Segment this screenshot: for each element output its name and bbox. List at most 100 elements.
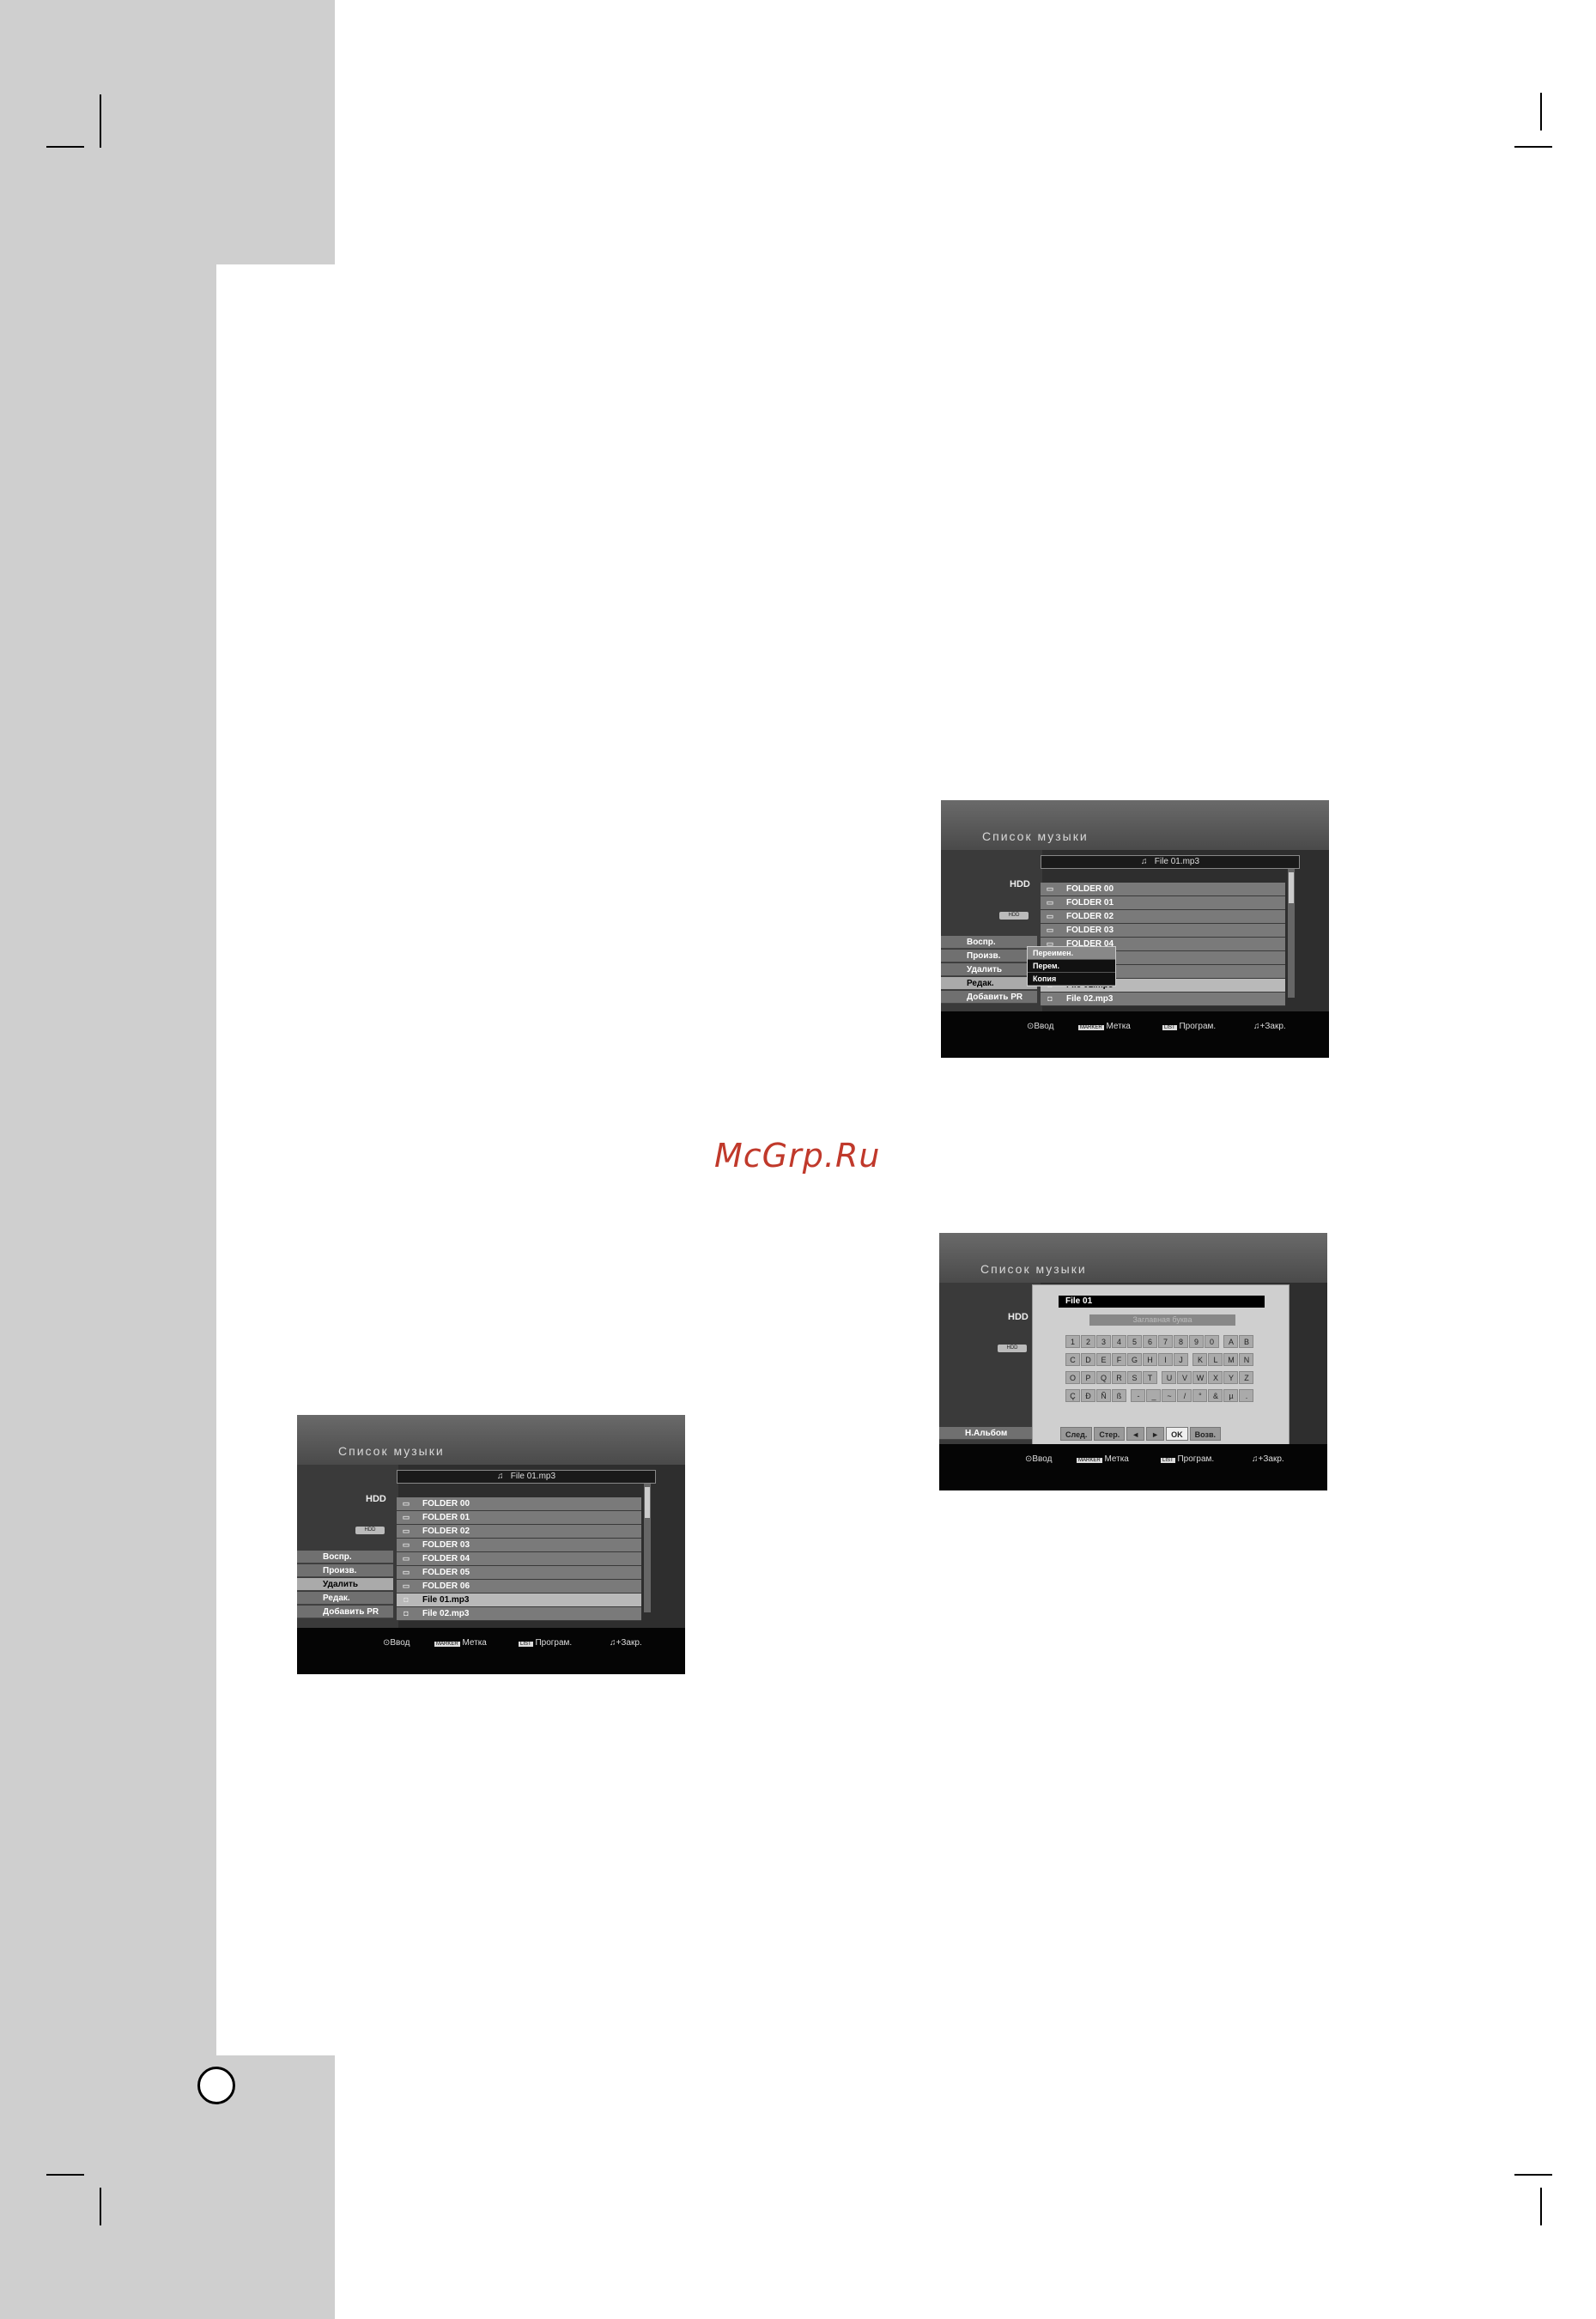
key[interactable]: ° bbox=[1192, 1389, 1208, 1402]
key[interactable]: Z bbox=[1239, 1371, 1254, 1384]
menu-item-add-program[interactable]: Добавить PR bbox=[941, 991, 1037, 1004]
ok-button[interactable]: OK bbox=[1166, 1427, 1188, 1441]
key[interactable]: S bbox=[1127, 1371, 1142, 1384]
key[interactable]: Y bbox=[1223, 1371, 1239, 1384]
menu-item-delete[interactable]: Удалить bbox=[297, 1578, 393, 1591]
list-item[interactable]: ▭ FOLDER 01 bbox=[1041, 896, 1285, 910]
submenu-item-rename[interactable]: Переимен. bbox=[1028, 947, 1115, 960]
key[interactable]: 2 bbox=[1081, 1335, 1095, 1348]
scrollbar-thumb[interactable] bbox=[645, 1487, 650, 1518]
key[interactable]: L bbox=[1208, 1353, 1223, 1366]
key[interactable]: / bbox=[1177, 1389, 1192, 1402]
page-number-circle bbox=[197, 2067, 235, 2104]
hdd-label: HDD bbox=[1010, 879, 1030, 889]
key[interactable]: N bbox=[1239, 1353, 1254, 1366]
menu-item-delete[interactable]: Удалить bbox=[941, 963, 1037, 976]
key[interactable]: 5 bbox=[1127, 1335, 1142, 1348]
key[interactable]: C bbox=[1065, 1353, 1080, 1366]
path-label: File 01.mp3 bbox=[510, 1472, 556, 1481]
key[interactable]: H bbox=[1143, 1353, 1157, 1366]
footer-mark: MARKER Метка bbox=[1077, 1454, 1129, 1464]
return-button[interactable]: Возв. bbox=[1189, 1427, 1221, 1441]
footer-close: ♫+Закр. bbox=[1253, 1022, 1286, 1031]
key[interactable]: O bbox=[1065, 1371, 1080, 1384]
key[interactable]: U bbox=[1162, 1371, 1177, 1384]
key[interactable]: 7 bbox=[1158, 1335, 1173, 1348]
key[interactable]: & bbox=[1208, 1389, 1223, 1402]
key[interactable]: ~ bbox=[1162, 1389, 1177, 1402]
key[interactable]: R bbox=[1112, 1371, 1126, 1384]
screen-title: Список музыки bbox=[982, 829, 1089, 843]
list-item[interactable]: ▭ FOLDER 02 bbox=[397, 1525, 641, 1539]
key[interactable]: 0 bbox=[1205, 1335, 1219, 1348]
erase-button[interactable]: Стер. bbox=[1094, 1427, 1126, 1441]
key[interactable]: Q bbox=[1096, 1371, 1111, 1384]
key[interactable]: _ bbox=[1146, 1389, 1162, 1402]
key[interactable]: - bbox=[1131, 1389, 1146, 1402]
list-item[interactable]: ▭ FOLDER 00 bbox=[1041, 883, 1285, 896]
path-bar: ♫ File 01.mp3 bbox=[397, 1470, 656, 1484]
list-item[interactable]: ◘ File 02.mp3 bbox=[1041, 993, 1285, 1006]
key[interactable]: F bbox=[1112, 1353, 1126, 1366]
key[interactable]: V bbox=[1177, 1371, 1192, 1384]
scrollbar-thumb[interactable] bbox=[1289, 872, 1294, 903]
key[interactable]: D bbox=[1081, 1353, 1095, 1366]
list-item[interactable]: ▭ FOLDER 00 bbox=[397, 1497, 641, 1511]
key[interactable]: ß bbox=[1112, 1389, 1126, 1402]
menu-item-add-program[interactable]: Добавить PR bbox=[297, 1606, 393, 1618]
key[interactable]: µ bbox=[1223, 1389, 1239, 1402]
menu-item-random[interactable]: Произв. bbox=[941, 950, 1037, 962]
menu-item-play[interactable]: Воспр. bbox=[941, 936, 1037, 949]
name-input[interactable]: File 01 bbox=[1059, 1296, 1265, 1308]
key[interactable]: M bbox=[1223, 1353, 1239, 1366]
key[interactable]: 1 bbox=[1065, 1335, 1080, 1348]
menu-item-edit[interactable]: Редак. bbox=[941, 977, 1037, 990]
menu-item-play[interactable]: Воспр. bbox=[297, 1551, 393, 1563]
key[interactable]: . bbox=[1239, 1389, 1254, 1402]
cursor-right-button[interactable]: ► bbox=[1146, 1427, 1165, 1441]
scrollbar[interactable] bbox=[644, 1484, 651, 1612]
folder-icon: ▭ bbox=[402, 1527, 410, 1535]
list-item[interactable]: ▭FOLDER 05 bbox=[397, 1566, 641, 1580]
scrollbar[interactable] bbox=[1288, 869, 1295, 998]
keyboard-keys: 1234567890 A B C D E F G H I J K L M N O P Q R S T U V W X Y Z Ç… bbox=[1065, 1333, 1263, 1405]
menu-item-edit[interactable]: Редак. bbox=[297, 1592, 393, 1605]
key[interactable]: A bbox=[1223, 1335, 1239, 1348]
key[interactable]: Ð bbox=[1081, 1389, 1095, 1402]
key[interactable]: I bbox=[1158, 1353, 1173, 1366]
menu-item-random[interactable]: Произв. bbox=[297, 1564, 393, 1577]
key[interactable]: X bbox=[1208, 1371, 1223, 1384]
on-screen-keyboard: File 01 Заглавная буква 1234567890 A B C D E… bbox=[1032, 1284, 1290, 1449]
list-item[interactable]: ▭ FOLDER 03 bbox=[397, 1539, 641, 1552]
key[interactable]: 4 bbox=[1112, 1335, 1126, 1348]
list-item[interactable]: ▭ FOLDER 04 bbox=[397, 1552, 641, 1566]
key[interactable]: G bbox=[1127, 1353, 1142, 1366]
key[interactable]: B bbox=[1239, 1335, 1254, 1348]
cursor-left-button[interactable]: ◄ bbox=[1126, 1427, 1145, 1441]
list-item[interactable]: ▭FOLDER 06 bbox=[397, 1580, 641, 1594]
key[interactable]: K bbox=[1192, 1353, 1208, 1366]
key[interactable]: 3 bbox=[1096, 1335, 1111, 1348]
key[interactable]: Ç bbox=[1065, 1389, 1080, 1402]
key[interactable]: 8 bbox=[1174, 1335, 1188, 1348]
key[interactable]: 9 bbox=[1189, 1335, 1204, 1348]
key[interactable]: T bbox=[1143, 1371, 1157, 1384]
key[interactable]: J bbox=[1174, 1353, 1188, 1366]
next-button[interactable]: След. bbox=[1060, 1427, 1093, 1441]
crop-mark bbox=[1514, 2174, 1552, 2176]
key[interactable]: P bbox=[1081, 1371, 1095, 1384]
key[interactable]: Ñ bbox=[1096, 1389, 1111, 1402]
key[interactable]: E bbox=[1096, 1353, 1111, 1366]
list-item[interactable]: ▭ FOLDER 03 bbox=[1041, 924, 1285, 938]
key[interactable]: 6 bbox=[1143, 1335, 1157, 1348]
menu-item-new-album[interactable]: Н.Альбом bbox=[939, 1427, 1035, 1440]
submenu-item-copy[interactable]: Копия bbox=[1028, 973, 1115, 986]
key[interactable]: W bbox=[1192, 1371, 1208, 1384]
charset-selector[interactable]: Заглавная буква bbox=[1089, 1314, 1235, 1326]
list-item[interactable]: ▭ FOLDER 01 bbox=[397, 1511, 641, 1525]
music-file-icon: ◘ bbox=[404, 1609, 409, 1618]
list-item[interactable]: ◘ File 02.mp3 bbox=[397, 1607, 641, 1621]
submenu-item-move[interactable]: Перем. bbox=[1028, 960, 1115, 973]
list-item[interactable]: ▭ FOLDER 02 bbox=[1041, 910, 1285, 924]
list-item[interactable]: ◘File 01.mp3 bbox=[397, 1594, 641, 1607]
